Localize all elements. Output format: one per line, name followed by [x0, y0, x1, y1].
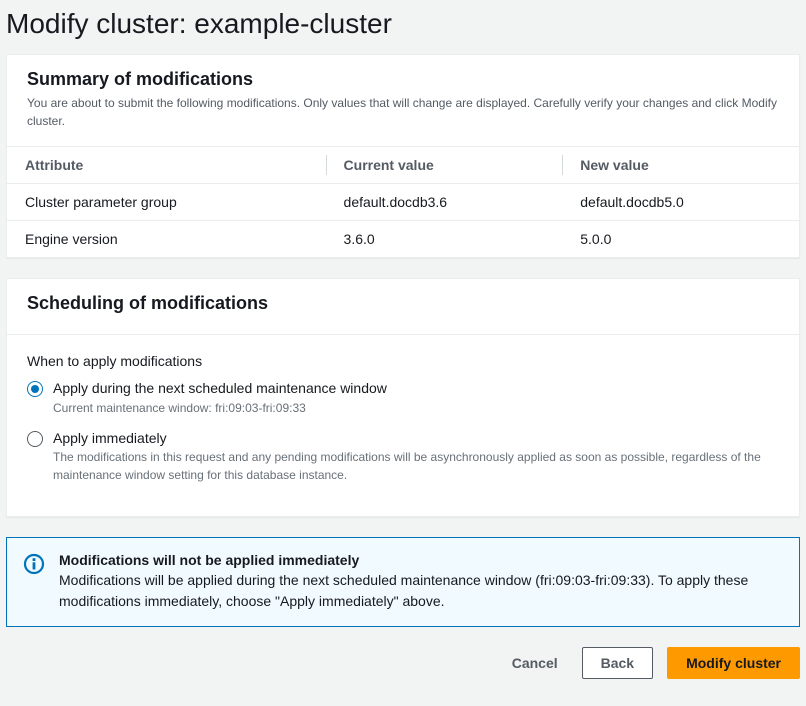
col-current: Current value [326, 147, 563, 184]
cell-current: default.docdb3.6 [326, 184, 563, 221]
scheduling-label: When to apply modifications [27, 353, 779, 369]
radio-subtext: The modifications in this request and an… [53, 450, 761, 482]
info-body: Modifications will be applied during the… [59, 570, 783, 612]
radio-title: Apply during the next scheduled maintena… [53, 380, 387, 396]
col-new: New value [562, 147, 799, 184]
summary-panel: Summary of modifications You are about t… [6, 54, 800, 258]
modifications-table: Attribute Current value New value Cluste… [7, 146, 799, 257]
radio-subtext: Current maintenance window: fri:09:03-fr… [53, 401, 306, 415]
scheduling-panel: Scheduling of modifications When to appl… [6, 278, 800, 517]
scheduling-heading: Scheduling of modifications [27, 293, 779, 314]
page-title: Modify cluster: example-cluster [6, 8, 806, 40]
cell-current: 3.6.0 [326, 221, 563, 258]
info-title: Modifications will not be applied immedi… [59, 552, 783, 568]
summary-desc: You are about to submit the following mo… [27, 94, 779, 130]
radio-icon [27, 431, 43, 447]
cancel-button[interactable]: Cancel [502, 648, 568, 678]
table-row: Engine version 3.6.0 5.0.0 [7, 221, 799, 258]
cell-new: 5.0.0 [562, 221, 799, 258]
radio-icon [27, 381, 43, 397]
cell-new: default.docdb5.0 [562, 184, 799, 221]
cell-attr: Cluster parameter group [7, 184, 326, 221]
radio-apply-next-window[interactable]: Apply during the next scheduled maintena… [27, 379, 779, 417]
info-alert: Modifications will not be applied immedi… [6, 537, 800, 627]
table-row: Cluster parameter group default.docdb3.6… [7, 184, 799, 221]
info-icon [23, 553, 45, 575]
back-button[interactable]: Back [582, 647, 653, 679]
summary-heading: Summary of modifications [27, 69, 779, 90]
footer-actions: Cancel Back Modify cluster [0, 647, 806, 679]
col-attribute: Attribute [7, 147, 326, 184]
modify-cluster-button[interactable]: Modify cluster [667, 647, 800, 679]
cell-attr: Engine version [7, 221, 326, 258]
radio-title: Apply immediately [53, 430, 167, 446]
radio-apply-immediately[interactable]: Apply immediately The modifications in t… [27, 429, 779, 485]
